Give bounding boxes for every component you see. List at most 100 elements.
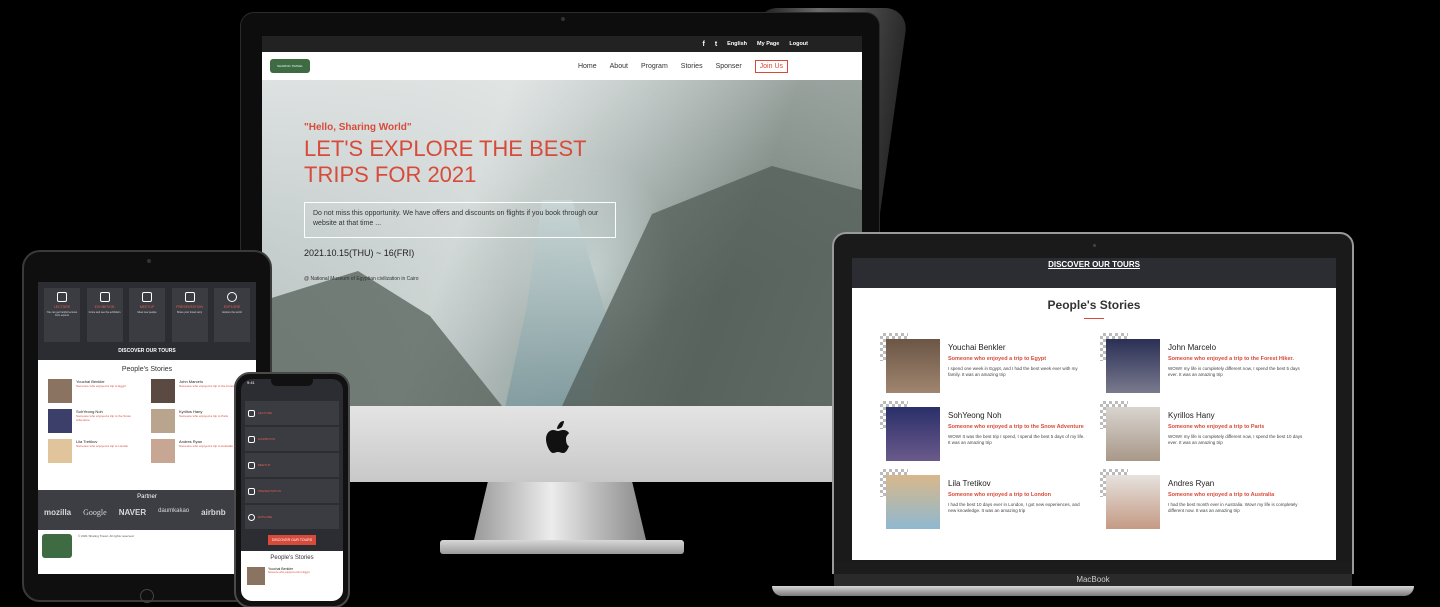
- story-text: WOW!! my life is completely different no…: [1168, 434, 1303, 445]
- logout-link[interactable]: Logout: [789, 41, 808, 47]
- tablet-camera: [147, 259, 151, 263]
- phone-discover-button[interactable]: DISCOVER OUR TOURS: [268, 535, 316, 545]
- avatar: [48, 439, 72, 463]
- avatar: [1106, 407, 1160, 461]
- tablet-discover-link[interactable]: DISCOVER OUR TOURS: [38, 348, 256, 354]
- partner-daumkakao[interactable]: daumkakao: [158, 508, 189, 517]
- tablet-category-lecture[interactable]: LECTURE You can get helpful lectures from…: [44, 288, 80, 342]
- phone-category-row[interactable]: MEETUP: [245, 453, 339, 477]
- phone-category-row[interactable]: EXPLORE: [245, 505, 339, 529]
- story-card[interactable]: Youchai Benkler Someone who enjoyed a tri…: [48, 379, 143, 403]
- story-tagline: Someone who enjoyed a trip to London: [76, 444, 129, 448]
- story-card[interactable]: Andres Ryan Someone who enjoyed a trip to…: [151, 439, 246, 463]
- story-name: Kyrillos Hany: [1168, 411, 1215, 420]
- nav-sponser[interactable]: Sponser: [716, 63, 742, 70]
- story-card[interactable]: Kyrillos Hany Someone who enjoyed a trip …: [1100, 401, 1306, 461]
- imac-camera: [561, 17, 565, 21]
- nav-menu: Home About Program Stories Sponser Join …: [578, 59, 854, 73]
- story-tagline: Someone who enjoyed a trip to Paris: [1168, 424, 1265, 430]
- lecture-icon: [57, 292, 67, 302]
- footer-copyright: © 2021 Sharing Travel. All rights reserv…: [78, 534, 135, 538]
- story-name: SohYeong Noh: [948, 411, 1002, 420]
- category-text: Meet new people: [137, 311, 157, 314]
- tablet-footer: © 2021 Sharing Travel. All rights reserv…: [38, 530, 256, 574]
- category-text: Come and see the exhibition: [88, 311, 121, 314]
- story-card[interactable]: Youchai Benkler Someone who enjoyed a tri…: [880, 333, 1086, 393]
- story-name: Lila Tretikov: [948, 479, 991, 488]
- category-label: LECTURE: [53, 305, 71, 309]
- hero-place: @ National Museum of Egyptian civilizati…: [304, 276, 419, 282]
- globe-icon: [248, 513, 255, 521]
- story-card[interactable]: Kyrillos Hany Someone who enjoyed a trip …: [151, 409, 246, 433]
- macbook-dark-band: DISCOVER OUR TOURS: [852, 258, 1336, 288]
- lecture-icon: [248, 409, 255, 417]
- avatar: [151, 379, 175, 403]
- twitter-icon[interactable]: t: [715, 41, 717, 48]
- story-tagline: Someone who enjoyed a trip to Australia: [1168, 492, 1275, 498]
- join-us-button[interactable]: Join Us: [754, 59, 788, 73]
- hero-date: 2021.10.15(THU) ~ 16(FRI): [304, 248, 415, 258]
- language-link[interactable]: English: [727, 41, 747, 47]
- avatar: [48, 409, 72, 433]
- category-label: LECTURE: [258, 411, 273, 415]
- category-label: MEETUP: [139, 305, 155, 309]
- macbook-bezel: [834, 562, 1352, 574]
- phone-stories-section: People's Stories Youchai Benkler Someone …: [241, 551, 343, 601]
- tablet-category-exhibition[interactable]: EXHIBITION Come and see the exhibition: [86, 288, 123, 342]
- nav-stories[interactable]: Stories: [681, 63, 703, 70]
- tablet-partner-section: Partner mozilla Google NAVER daumkakao a…: [38, 490, 256, 530]
- facebook-icon[interactable]: f: [702, 41, 704, 48]
- story-card[interactable]: SohYeong Noh Someone who enjoyed a trip t…: [880, 401, 1086, 461]
- partner-airbnb[interactable]: airbnb: [201, 508, 225, 517]
- hero-title: LET'S EXPLORE THE BEST TRIPS FOR 2021: [304, 136, 587, 187]
- imac-foot: [440, 540, 684, 554]
- story-tagline: Someone who enjoyed a trip to Paris: [179, 414, 229, 418]
- phone-category-row[interactable]: LECTURE: [245, 401, 339, 425]
- macbook-camera: [1093, 244, 1096, 247]
- partner-logos: mozilla Google NAVER daumkakao airbnb: [38, 500, 256, 517]
- story-name: Youchai Benkler: [948, 343, 1006, 352]
- tablet-category-explore[interactable]: EXPLORE Explore the world: [214, 288, 250, 342]
- tablet-stories-grid: Youchai Benkler Someone who enjoyed a tri…: [38, 373, 256, 469]
- hero-section: "Hello, Sharing World" LET'S EXPLORE THE…: [262, 80, 862, 406]
- story-tagline: Someone who enjoyed a trip to Egypt: [948, 356, 1047, 362]
- site-logo[interactable]: SHARING TRAVEL: [270, 59, 310, 73]
- story-card[interactable]: Lila Tretikov Someone who enjoyed a trip …: [880, 469, 1086, 529]
- avatar: [151, 409, 175, 433]
- partner-google[interactable]: Google: [83, 508, 107, 517]
- category-text: You can get helpful lectures from expert…: [46, 311, 78, 317]
- presentation-icon: [248, 487, 255, 495]
- phone-category-row[interactable]: EXHIBITION: [245, 427, 339, 451]
- avatar: [48, 379, 72, 403]
- macbook-stories-grid: Youchai Benkler Someone who enjoyed a tri…: [852, 319, 1336, 529]
- category-text: Explore the world: [222, 311, 242, 314]
- partner-mozilla[interactable]: mozilla: [44, 508, 71, 517]
- story-card[interactable]: Youchai Benkler Someone who enjoyed a tri…: [241, 561, 343, 585]
- macbook-discover-link[interactable]: DISCOVER OUR TOURS: [1048, 260, 1140, 269]
- hero-description: Do not miss this opportunity. We have of…: [304, 202, 616, 238]
- footer-logo: [42, 534, 72, 558]
- tablet-screen: LECTURE You can get helpful lectures from…: [38, 282, 256, 574]
- story-card[interactable]: Andres Ryan Someone who enjoyed a trip to…: [1100, 469, 1306, 529]
- tablet-category-presentation[interactable]: PRESENTATION Share your travel story: [171, 288, 208, 342]
- story-card[interactable]: SohYeong Noh Someone who enjoyed a trip t…: [48, 409, 143, 433]
- phone-frame: 9:41 LECTURE EXHIBITION MEETUP PRESENTAT…: [234, 372, 350, 607]
- macbook-brand-label: MacBook: [834, 574, 1352, 586]
- avatar: [247, 567, 265, 585]
- tablet-category-meetup[interactable]: MEETUP Meet new people: [129, 288, 165, 342]
- story-tagline: Someone who enjoyed a trip to Egypt: [76, 384, 126, 388]
- nav-home[interactable]: Home: [578, 63, 597, 70]
- nav-about[interactable]: About: [610, 63, 628, 70]
- mypage-link[interactable]: My Page: [757, 41, 779, 47]
- partner-naver[interactable]: NAVER: [119, 508, 146, 517]
- macbook-stories-title: People's Stories: [1047, 298, 1141, 312]
- nav-program[interactable]: Program: [641, 63, 668, 70]
- story-text: I had the best 10 days ever in London, I…: [948, 502, 1080, 513]
- phone-time: 9:41: [247, 380, 255, 385]
- story-card[interactable]: John Marcelo Someone who enjoyed a trip t…: [1100, 333, 1306, 393]
- imac-screen: f t English My Page Logout SHARING TRAVE…: [262, 36, 862, 406]
- story-card[interactable]: John Marcelo Someone who enjoyed a trip t…: [151, 379, 246, 403]
- phone-category-row[interactable]: PRESENTATION: [245, 479, 339, 503]
- story-text: WOW! It was the best trip I spend, I spe…: [948, 434, 1085, 445]
- story-card[interactable]: Lila Tretikov Someone who enjoyed a trip …: [48, 439, 143, 463]
